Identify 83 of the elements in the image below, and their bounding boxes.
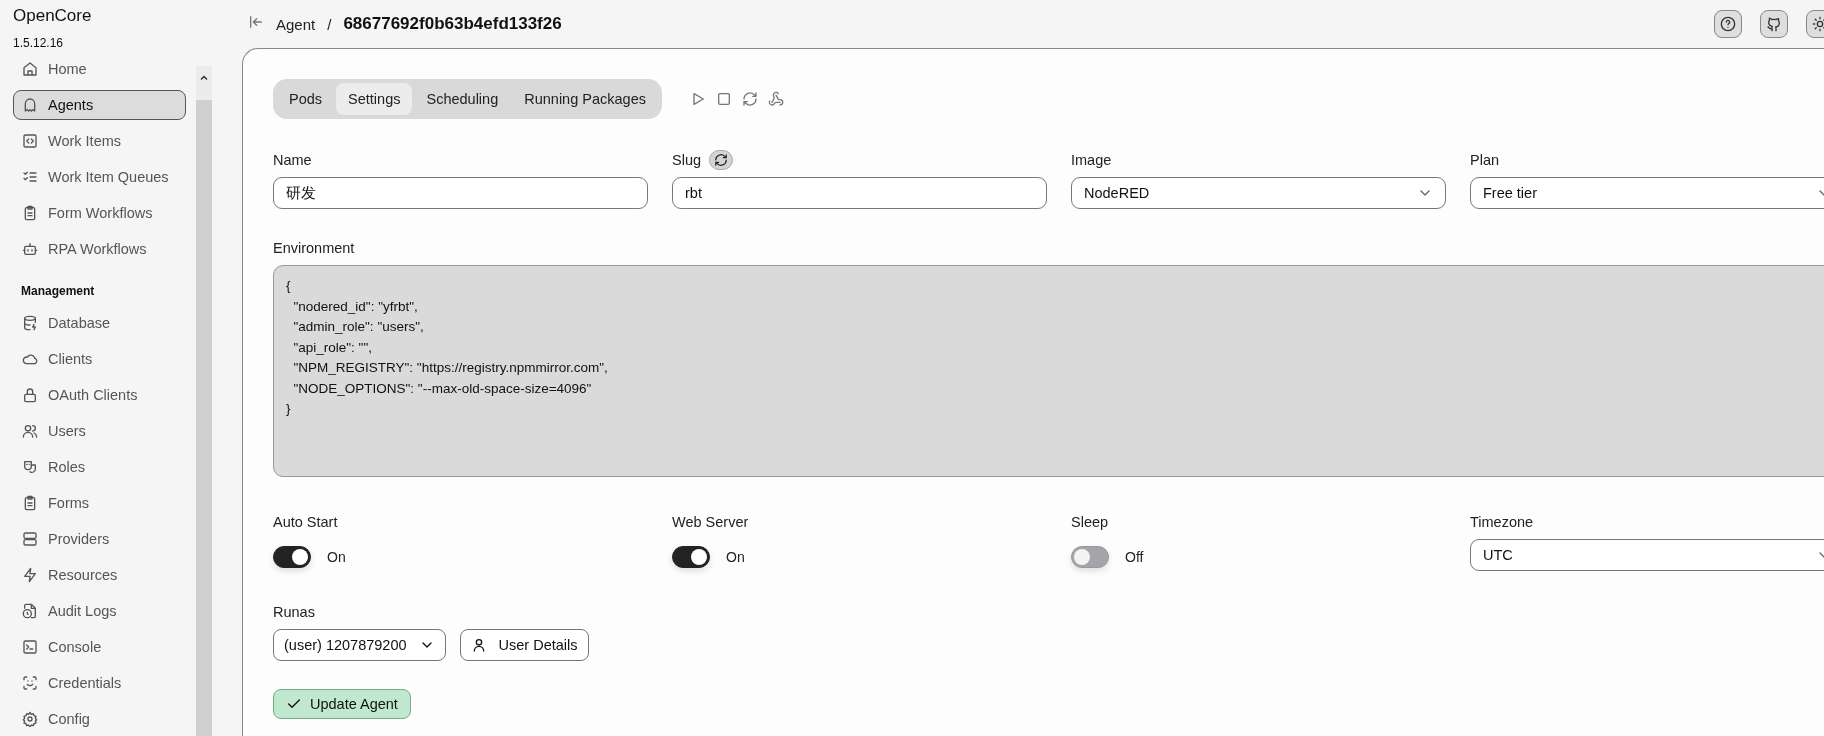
users-icon (22, 423, 38, 439)
github-icon (1766, 16, 1782, 32)
breadcrumb-separator: / (327, 15, 332, 33)
help-icon (1720, 16, 1736, 32)
house-icon (22, 61, 38, 77)
field-label: Runas (273, 604, 315, 620)
sidebar-item[interactable]: Work Item Queues (13, 162, 186, 192)
section-heading: Management (20, 283, 96, 300)
sidebar-item[interactable]: Work Items (13, 126, 186, 156)
user-details-button[interactable]: User Details (459, 629, 589, 661)
toggle-state: Off (1125, 549, 1144, 565)
environment-field[interactable]: { "nodered_id": "yfrbt", "admin_role": "users", "api_role": "", "NPM_REGISTRY": "https://registry.npmmirror.com", "NODE_OPTIONS": "--max-old-space-size=4096" } (273, 265, 1824, 477)
settings-icon (22, 711, 38, 727)
toggle-switch[interactable] (1071, 546, 1109, 568)
sidebar-item[interactable]: Audit Logs (13, 596, 186, 626)
field-label: Sleep (1071, 514, 1109, 530)
sidebar-item[interactable]: Roles (13, 452, 186, 482)
field-label: Image (1071, 152, 1112, 168)
sidebar-item[interactable]: Users (13, 416, 186, 446)
webhook-icon[interactable] (767, 91, 784, 107)
tab[interactable]: Running Packages (512, 83, 658, 115)
sidebar-item[interactable]: Home (13, 54, 186, 84)
stop-icon[interactable] (715, 91, 732, 107)
page-title: 68677692f0b63b4efd133f26 (343, 14, 562, 34)
sidebar-item[interactable]: Form Workflows (13, 198, 186, 228)
app-version: 1.5.12.16 (12, 35, 65, 50)
field-label: Environment (273, 240, 355, 256)
sidebar-item[interactable]: Clients (13, 344, 186, 374)
input-field[interactable]: rbt (672, 177, 1047, 209)
field-label: Timezone (1470, 514, 1534, 530)
help-button[interactable] (1714, 10, 1742, 38)
scrollbar[interactable] (196, 66, 212, 736)
select-field[interactable]: Free tier (1470, 177, 1824, 209)
code-square-icon (22, 133, 38, 149)
lock-icon (22, 387, 38, 403)
sidebar-item[interactable]: Forms (13, 488, 186, 518)
robot-icon (22, 241, 38, 257)
field-label: Auto Start (273, 514, 338, 530)
sidebar-item[interactable]: Console (13, 632, 186, 662)
scan-icon (22, 675, 38, 691)
lightning-icon (22, 567, 38, 583)
update-agent-button[interactable]: Update Agent (273, 689, 411, 719)
select-field[interactable]: NodeRED (1071, 177, 1446, 209)
runas-select[interactable]: (user) 1207879200 (273, 629, 446, 661)
sidebar-item[interactable]: OAuth Clients (13, 380, 186, 410)
field-label: Slug (672, 152, 702, 168)
clipboard-icon (22, 495, 38, 511)
toggle-switch[interactable] (273, 546, 311, 568)
toggle-state: On (726, 549, 745, 565)
refresh-icon[interactable] (741, 91, 758, 107)
github-button[interactable] (1760, 10, 1788, 38)
tab[interactable]: Pods (277, 83, 335, 115)
server-icon (22, 531, 38, 547)
file-clock-icon (22, 603, 38, 619)
toggle-switch[interactable] (672, 546, 710, 568)
sidebar-item[interactable]: RPA Workflows (13, 234, 186, 264)
field-label: Web Server (672, 514, 749, 530)
refresh-button[interactable] (709, 150, 734, 170)
sidebar-item[interactable]: Credentials (13, 668, 186, 698)
ghost-icon (22, 97, 38, 113)
toggle-state: On (327, 549, 346, 565)
refresh-icon (714, 153, 729, 167)
sidebar-item[interactable]: Providers (13, 524, 186, 554)
terminal-icon (22, 639, 38, 655)
masks-icon (22, 459, 38, 475)
sun-icon (1812, 16, 1824, 32)
field-label: Name (273, 152, 312, 168)
app-name: OpenCore (12, 5, 93, 26)
sidebar-item[interactable]: Config (13, 704, 186, 734)
tab[interactable]: Scheduling (414, 83, 511, 115)
sidebar-item[interactable]: Database (13, 308, 186, 338)
breadcrumb-link[interactable]: Agent (276, 15, 316, 33)
cloud-icon (22, 351, 38, 367)
database-icon (22, 315, 38, 331)
field-label: Plan (1470, 152, 1500, 168)
input-field[interactable]: 研发 (273, 177, 648, 209)
select-field[interactable]: UTC (1470, 539, 1824, 571)
sidebar-item[interactable]: Agents (13, 90, 186, 120)
clipboard-icon (22, 205, 38, 221)
collapse-left-icon[interactable] (248, 14, 264, 30)
sidebar-item[interactable]: Resources (13, 560, 186, 590)
tab[interactable]: Settings (336, 83, 413, 115)
checklist-icon (22, 169, 38, 185)
